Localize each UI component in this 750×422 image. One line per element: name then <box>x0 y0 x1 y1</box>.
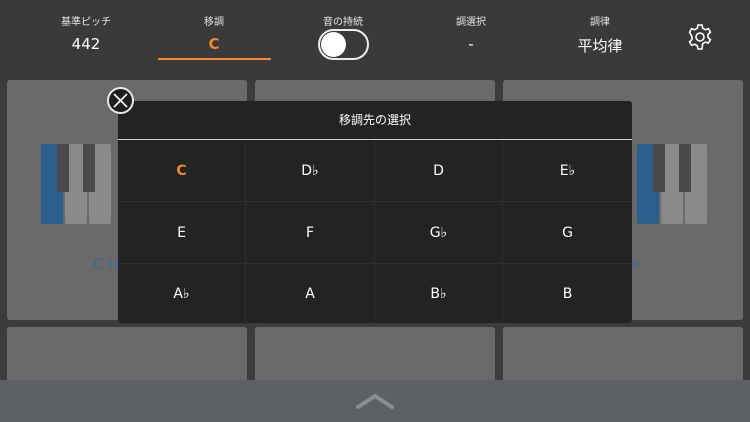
key-grid: C D♭ D E♭ E F G♭ G A♭ A B♭ B <box>118 140 632 323</box>
key-option-d-flat[interactable]: D♭ <box>246 140 375 202</box>
dialog-title: 移調先の選択 <box>338 113 411 127</box>
key-option-a[interactable]: A <box>246 264 375 323</box>
transpose-value: C <box>208 35 220 53</box>
key-select-label: 調選択 <box>456 17 486 28</box>
black-key <box>57 144 69 192</box>
chevron-up-icon[interactable] <box>355 392 395 410</box>
key-option-a-flat[interactable]: A♭ <box>118 264 246 323</box>
transpose-active-underline <box>158 58 271 60</box>
temperament-value: 平均律 <box>577 37 623 55</box>
key-option-d[interactable]: D <box>375 140 503 202</box>
top-toolbar: 基準ピッチ 442 移調 C 音の持続 調選択 - 調律 平均律 <box>0 0 750 80</box>
scale-card-6[interactable] <box>503 327 743 387</box>
transpose-item[interactable]: 移調 C <box>154 0 274 80</box>
key-option-g[interactable]: G <box>503 202 632 264</box>
black-key <box>83 144 95 192</box>
gear-icon[interactable] <box>686 23 714 51</box>
transpose-label: 移調 <box>204 17 224 28</box>
key-option-e-flat[interactable]: E♭ <box>503 140 632 202</box>
scale-card-5[interactable] <box>255 327 495 387</box>
key-option-e[interactable]: E <box>118 202 246 264</box>
key-option-b[interactable]: B <box>503 264 632 323</box>
scale-card-4[interactable] <box>7 327 247 387</box>
key-option-c[interactable]: C <box>118 140 246 202</box>
key-option-b-flat[interactable]: B♭ <box>375 264 503 323</box>
close-button[interactable] <box>107 87 134 114</box>
sustain-label: 音の持続 <box>323 17 363 28</box>
reference-pitch-label: 基準ピッチ <box>61 17 111 28</box>
key-option-f[interactable]: F <box>246 202 375 264</box>
close-icon <box>113 93 128 108</box>
transpose-target-dialog: 移調先の選択 C D♭ D E♭ E F G♭ G A♭ A B♭ B <box>118 101 632 323</box>
sustain-toggle[interactable] <box>318 29 369 60</box>
key-option-g-flat[interactable]: G♭ <box>375 202 503 264</box>
temperament-item[interactable]: 調律 平均律 <box>540 0 660 80</box>
key-select-item[interactable]: 調選択 - <box>411 0 531 80</box>
black-key <box>679 144 691 192</box>
black-key <box>653 144 665 192</box>
sustain-toggle-knob <box>321 32 346 57</box>
reference-pitch-item[interactable]: 基準ピッチ 442 <box>26 0 146 80</box>
key-select-value: - <box>468 35 474 53</box>
reference-pitch-value: 442 <box>71 35 101 53</box>
temperament-label: 調律 <box>590 17 610 28</box>
